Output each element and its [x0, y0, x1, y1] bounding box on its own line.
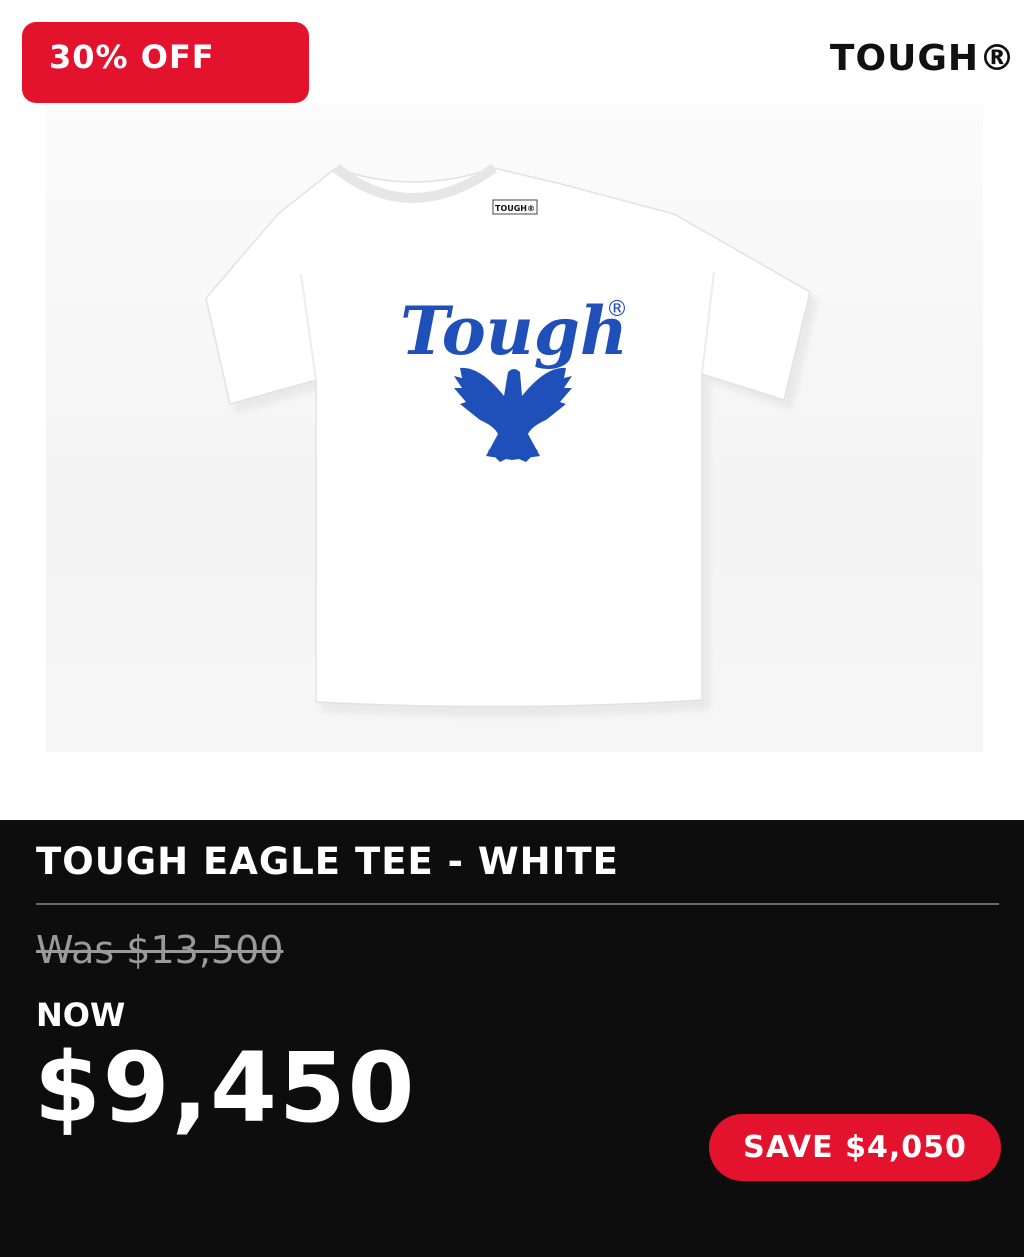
product-image-area: TOUGH® Tough ® 30% OFF TOUGH®	[0, 0, 1024, 820]
savings-badge: SAVE $4,050	[709, 1114, 1001, 1181]
print-logo-text: Tough	[400, 292, 628, 370]
now-label: NOW	[36, 996, 126, 1034]
discount-badge: 30% OFF	[22, 22, 309, 103]
sale-price: $9,450	[34, 1032, 417, 1144]
tshirt-image: TOUGH® Tough ®	[205, 163, 818, 717]
print-registered-mark: ®	[606, 297, 628, 322]
divider	[36, 903, 999, 905]
product-photo: TOUGH® Tough ®	[46, 104, 983, 752]
original-price: Was $13,500	[36, 928, 284, 972]
product-info-panel: TOUGH EAGLE TEE - WHITE Was $13,500 NOW …	[0, 820, 1024, 1257]
product-title: TOUGH EAGLE TEE - WHITE	[36, 840, 619, 883]
brand-logo[interactable]: TOUGH®	[830, 38, 1016, 79]
shirt-neck-label: TOUGH®	[495, 204, 535, 213]
